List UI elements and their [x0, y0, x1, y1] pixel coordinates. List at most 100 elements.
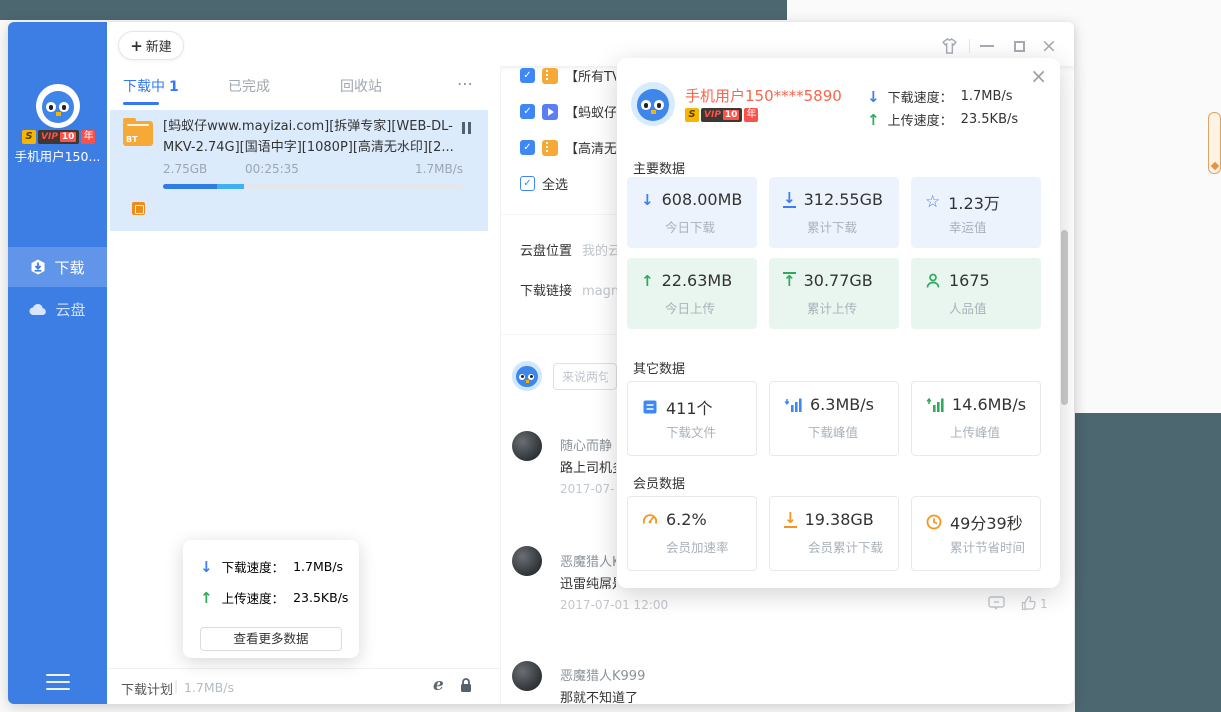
file-row[interactable]: 【所有TV	[520, 66, 616, 85]
upload-arrow-icon: ↑	[641, 272, 654, 290]
person-icon	[925, 273, 941, 289]
sidebar: S VIP 10 年 手机用户150... 下载 云盘	[8, 22, 107, 704]
maximize-button[interactable]	[1004, 41, 1035, 52]
clock-icon	[926, 514, 942, 530]
pane-divider	[500, 66, 501, 704]
new-task-button[interactable]: + 新建	[118, 31, 184, 60]
user-avatar[interactable]	[36, 84, 80, 128]
panel-download-speed: ↓ 下载速度： 1.7MB/s	[867, 87, 1013, 106]
hamburger-menu-icon[interactable]	[46, 674, 70, 695]
tooltip-upload-value: 23.5KB/s	[293, 590, 348, 605]
file-row[interactable]: 【高清无	[520, 138, 616, 157]
checkbox-checked[interactable]	[520, 68, 535, 83]
tooltip-download-label: 下载速度：	[222, 557, 285, 576]
cloud-location-label: 云盘位置	[520, 244, 572, 259]
progress-secondary	[217, 184, 244, 189]
select-all-row[interactable]: 全选	[520, 174, 616, 193]
ie-browser-icon[interactable]: e	[433, 675, 444, 695]
video-file-icon	[542, 104, 558, 120]
theme-skin-icon[interactable]	[941, 38, 958, 54]
tooltip-download-value: 1.7MB/s	[293, 559, 343, 574]
sidebar-item-label: 下载	[54, 257, 84, 278]
upload-to-bar-icon: ↑	[783, 272, 796, 290]
like-button[interactable]: 1	[1021, 596, 1048, 611]
cloud-icon	[29, 302, 47, 316]
tooltip-upload-label: 上传速度：	[222, 588, 285, 607]
panel-user-avatar	[631, 82, 675, 126]
bird-mascot-icon	[36, 84, 80, 128]
comment-time: 2017-07-01 12:00	[560, 598, 760, 612]
browser-side-toolbar-handle[interactable]	[1208, 112, 1221, 174]
stat-card-total-upload: ↑ 30.77GB 累计上传	[769, 258, 899, 329]
speed-tooltip: ↓ 下载速度： 1.7MB/s ↑ 上传速度： 23.5KB/s 查看更多数据	[183, 540, 359, 658]
checkbox-checked[interactable]	[520, 140, 535, 155]
bird-mascot-icon	[512, 361, 542, 391]
reply-bubble-icon[interactable]	[988, 596, 1005, 611]
section-divider	[500, 334, 617, 335]
super-vip-icon: S	[22, 130, 36, 144]
download-arrow-icon: ↓	[641, 191, 654, 209]
stat-card-download-files: 411个 下载文件	[627, 381, 757, 456]
file-list-icon	[642, 399, 658, 415]
view-more-data-button[interactable]: 查看更多数据	[200, 627, 342, 651]
panel-username: 手机用户150****5890	[685, 85, 842, 106]
close-button[interactable]: ×	[1035, 38, 1063, 54]
checkbox-select-all[interactable]	[520, 176, 535, 191]
sidebar-username[interactable]: 手机用户150...	[8, 146, 107, 165]
download-arrow-icon: ↓	[200, 558, 213, 576]
comment-text: 迅雷纯屌是	[560, 573, 616, 592]
more-menu-icon[interactable]: ⋯	[457, 74, 474, 93]
like-count: 1	[1040, 597, 1048, 611]
download-to-bar-icon: ↓	[783, 191, 796, 209]
stat-card-vip-total-download: ↓ 19.38GB 会员累计下载	[769, 496, 899, 571]
active-tab-underline	[123, 102, 159, 105]
sidebar-item-label: 云盘	[55, 299, 85, 320]
download-task-title: [蚂蚁仔www.mayizai.com][拆弹专家][WEB-DL-MKV-2.…	[163, 116, 458, 158]
download-link-row: 下载链接magne	[520, 280, 620, 299]
commenter-avatar	[512, 661, 542, 691]
tab-downloading[interactable]: 下载中1	[123, 76, 179, 96]
sidebar-item-download[interactable]: 下载	[8, 247, 107, 287]
vip-level-badge: VIP 10	[701, 108, 742, 122]
stat-card-vip-speedup-rate: 6.2% 会员加速率	[627, 496, 757, 571]
comment-text: 那就不知道了	[560, 687, 760, 706]
commenter-name: 随心而静	[560, 435, 616, 454]
stat-card-today-upload: ↑ 22.63MB 今日上传	[627, 258, 757, 329]
stat-card-time-saved: 49分39秒 累计节省时间	[911, 496, 1041, 571]
sidebar-item-cloud[interactable]: 云盘	[8, 289, 107, 329]
download-task-row[interactable]: BT [蚂蚁仔www.mayizai.com][拆弹专家][WEB-DL-MKV…	[110, 110, 488, 231]
file-row[interactable]: 【蚂蚁仔	[520, 102, 616, 121]
tab-recycle-bin[interactable]: 回收站	[340, 76, 382, 96]
commenter-avatar	[512, 431, 542, 461]
my-avatar	[512, 361, 542, 391]
section-divider	[500, 214, 617, 215]
progress-bar	[163, 184, 463, 189]
checkbox-checked[interactable]	[520, 104, 535, 119]
panel-close-icon[interactable]: ×	[1030, 64, 1047, 88]
detail-pane-scrollbar[interactable]	[1061, 230, 1068, 405]
tab-bar: 下载中1 已完成 回收站 ⋯	[107, 66, 500, 110]
bt-folder-icon: BT	[123, 121, 153, 146]
commenter-avatar	[512, 546, 542, 576]
stat-card-total-download: ↓ 312.55GB 累计下载	[769, 177, 899, 248]
upload-arrow-icon: ↑	[867, 111, 880, 129]
download-to-bar-icon: ↓	[784, 511, 797, 529]
vip-badge[interactable]: S VIP 10 年	[22, 130, 95, 144]
section-title: 主要数据	[633, 158, 685, 177]
section-title: 其它数据	[633, 358, 685, 377]
download-hexagon-icon	[30, 259, 46, 275]
comment-input[interactable]	[553, 363, 617, 390]
pause-button[interactable]	[462, 122, 474, 134]
download-plan-link[interactable]: 下载计划	[121, 679, 173, 698]
downloading-count: 1	[169, 79, 179, 95]
bars-up-icon	[926, 397, 944, 413]
super-vip-icon: S	[685, 108, 699, 122]
desktop-background-block	[1075, 413, 1221, 712]
stat-card-today-download: ↓ 608.00MB 今日下载	[627, 177, 757, 248]
upload-arrow-icon: ↑	[200, 589, 213, 607]
lock-icon[interactable]	[459, 677, 473, 693]
minimize-button[interactable]	[970, 45, 1004, 47]
tab-completed[interactable]: 已完成	[228, 76, 270, 96]
panel-upload-speed: ↑ 上传速度： 23.5KB/s	[867, 110, 1018, 129]
bt-badge: BT	[126, 135, 138, 144]
